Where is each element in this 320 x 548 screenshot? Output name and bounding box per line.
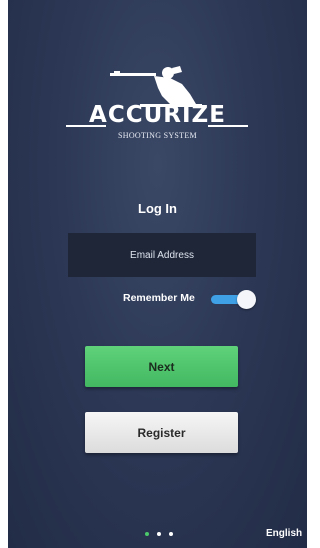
page-dot [145, 532, 149, 536]
brand-logo: ACCURIZE SHOOTING SYSTEM [8, 64, 307, 148]
toggle-knob [237, 290, 256, 309]
remember-me-label: Remember Me [123, 292, 195, 304]
brand-tagline: SHOOTING SYSTEM [118, 131, 197, 140]
page-indicator [145, 532, 185, 538]
register-button[interactable]: Register [85, 412, 238, 453]
next-button[interactable]: Next [85, 346, 238, 387]
login-title: Log In [138, 201, 177, 216]
brand-rule-right [208, 125, 248, 127]
page-dot [157, 532, 161, 536]
brand-rule-left [66, 125, 106, 127]
remember-me-toggle[interactable] [211, 290, 257, 309]
email-field[interactable] [68, 233, 256, 277]
login-screen: ACCURIZE SHOOTING SYSTEM Log In Remember… [8, 0, 307, 548]
page-dot [169, 532, 173, 536]
language-selector[interactable]: English [266, 528, 302, 539]
brand-name: ACCURIZE [89, 102, 226, 128]
